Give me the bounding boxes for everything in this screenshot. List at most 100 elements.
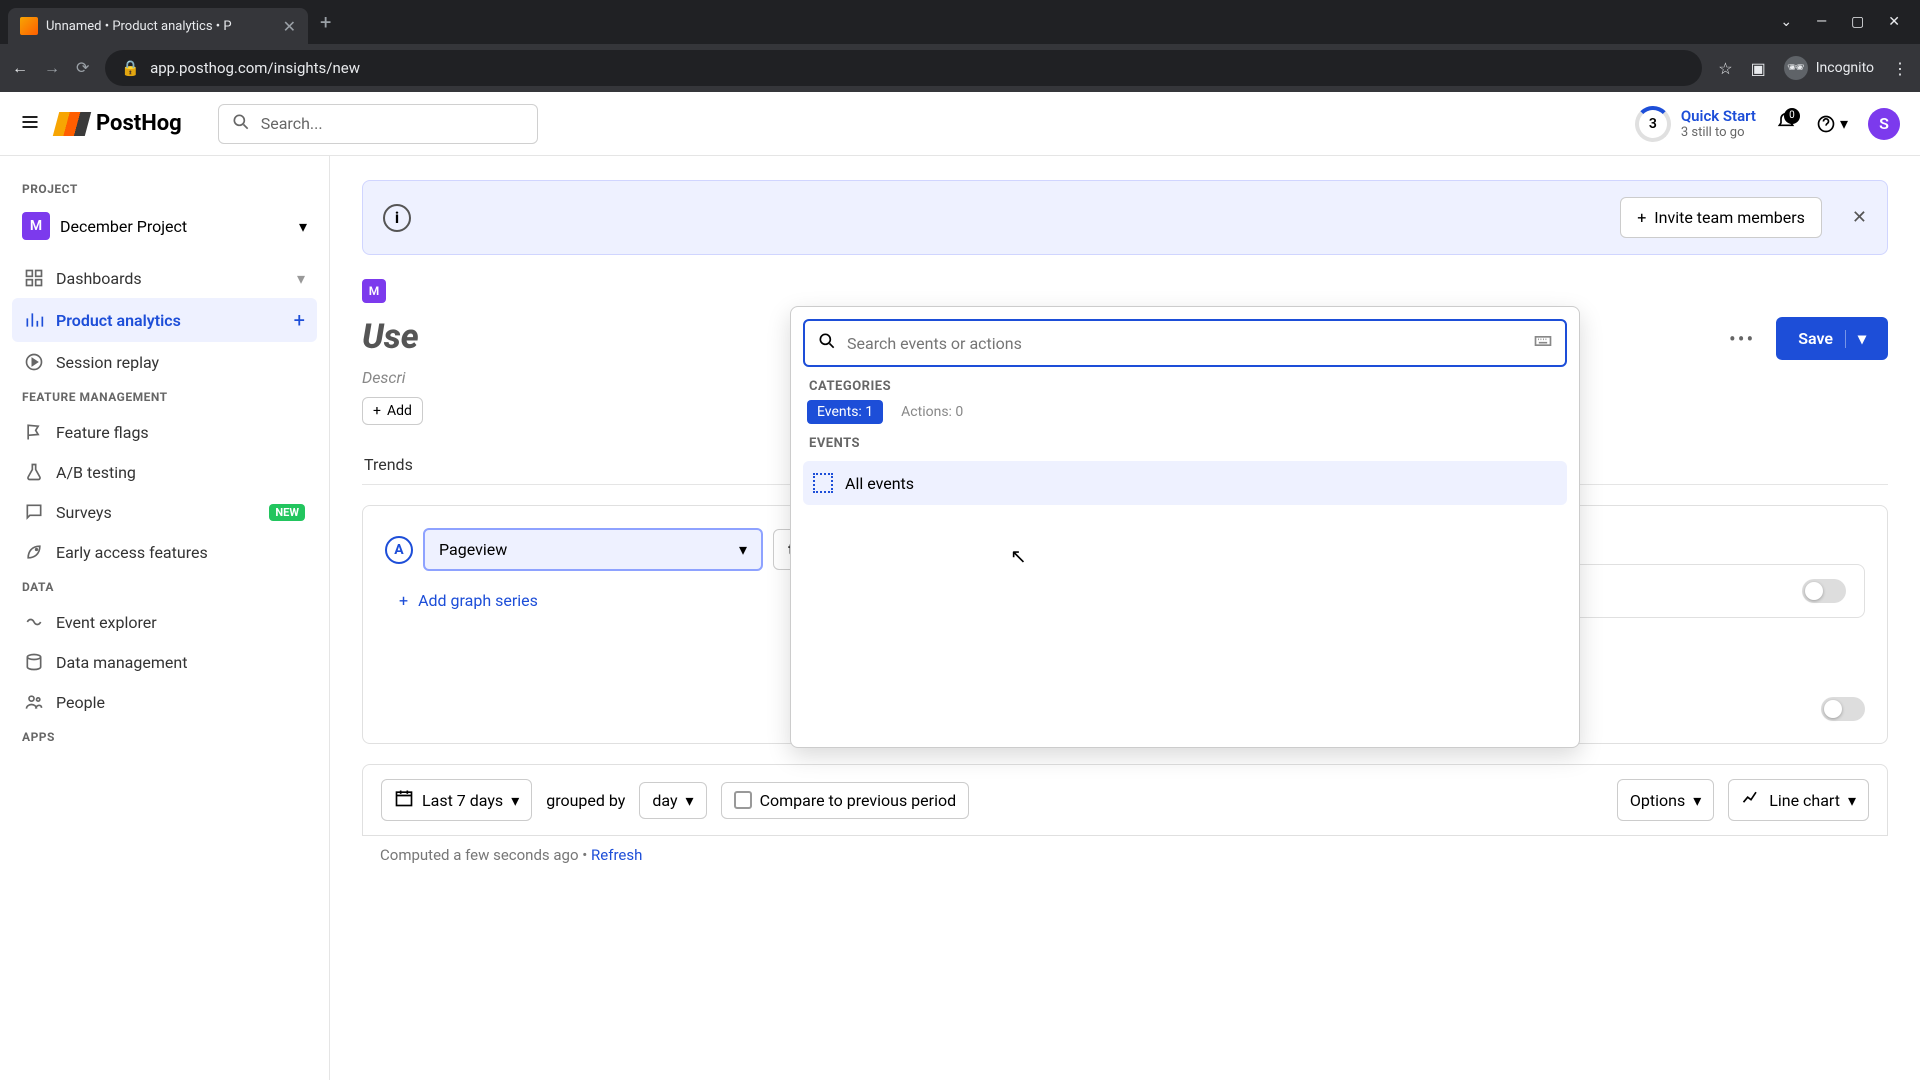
plus-icon: + <box>1637 208 1646 227</box>
sidebar-item-label: Product analytics <box>56 311 181 330</box>
sidebar-section-project: PROJECT <box>12 174 317 204</box>
lock-icon: 🔒 <box>121 59 140 77</box>
nav-buttons: ← → ⟳ <box>12 58 89 78</box>
plus-icon[interactable]: + <box>294 308 305 332</box>
chip-actions[interactable]: Actions: 0 <box>891 400 973 424</box>
sidebar-item-ab-testing[interactable]: A/B testing <box>12 452 317 492</box>
chevron-down-icon: ▾ <box>1693 791 1701 810</box>
sidebar-item-early-access[interactable]: Early access features <box>12 532 317 572</box>
logo[interactable]: PostHog <box>56 111 182 136</box>
incognito-icon: 🕶 <box>1784 56 1808 80</box>
sidebar-item-label: Feature flags <box>56 423 149 442</box>
chart-type-select[interactable]: Line chart ▾ <box>1728 779 1869 821</box>
plus-icon: + <box>373 403 381 419</box>
search-placeholder: Search... <box>261 114 323 133</box>
chart-controls: Last 7 days ▾ grouped by day ▾ Compare t… <box>362 764 1888 836</box>
interval-label: day <box>652 791 677 810</box>
invite-label: Invite team members <box>1654 208 1805 227</box>
chevron-down-icon: ▾ <box>297 269 305 288</box>
close-icon[interactable]: ✕ <box>1852 207 1867 228</box>
date-range-select[interactable]: Last 7 days ▾ <box>381 779 532 821</box>
sidebar-item-product-analytics[interactable]: Product analytics + <box>12 298 317 342</box>
add-series-label: Add graph series <box>418 591 538 610</box>
new-badge: NEW <box>269 504 305 521</box>
global-search-input[interactable]: Search... <box>218 104 538 144</box>
grouped-by-label: grouped by <box>546 791 625 810</box>
help-button[interactable]: ▾ <box>1816 114 1848 134</box>
event-select[interactable]: Pageview ▾ <box>423 528 763 571</box>
tab-trends[interactable]: Trends <box>362 445 415 484</box>
chevron-down-icon: ▾ <box>1848 791 1856 810</box>
popover-search-input[interactable] <box>803 319 1567 367</box>
reload-icon[interactable]: ⟳ <box>76 58 89 78</box>
computed-label: Computed a few seconds ago • <box>380 846 591 864</box>
more-button[interactable]: ••• <box>1718 320 1766 358</box>
chip-events[interactable]: Events: 1 <box>807 400 883 424</box>
sidebar-item-people[interactable]: People <box>12 682 317 722</box>
save-label: Save <box>1798 329 1833 348</box>
page-title[interactable]: Use <box>362 317 419 357</box>
incognito-label: Incognito <box>1816 60 1874 76</box>
popover-item-all-events[interactable]: All events <box>803 461 1567 505</box>
compare-checkbox[interactable]: Compare to previous period <box>721 782 970 819</box>
quick-start-subtitle: 3 still to go <box>1681 125 1756 141</box>
save-button[interactable]: Save ▾ <box>1776 317 1888 360</box>
checkbox-icon <box>734 791 752 809</box>
event-search-popover: CATEGORIES Events: 1 Actions: 0 EVENTS A… <box>790 306 1580 748</box>
interval-select[interactable]: day ▾ <box>639 782 706 819</box>
sidebar-item-label: Session replay <box>56 353 159 372</box>
line-chart-icon <box>1741 788 1761 812</box>
plus-icon: + <box>399 591 408 610</box>
invite-team-button[interactable]: + Invite team members <box>1620 197 1822 238</box>
sidebar-item-dashboards[interactable]: Dashboards ▾ <box>12 258 317 298</box>
cursor-icon: ↖ <box>1010 544 1027 568</box>
calendar-icon <box>394 788 414 812</box>
sidebar-item-data-management[interactable]: Data management <box>12 642 317 682</box>
filter-internal-toggle[interactable] <box>1802 579 1846 603</box>
quick-start[interactable]: 3 Quick Start 3 still to go <box>1635 106 1756 142</box>
forward-icon[interactable]: → <box>44 58 60 78</box>
popover-item-label: All events <box>845 474 914 493</box>
database-icon <box>24 652 44 672</box>
sidebar-item-session-replay[interactable]: Session replay <box>12 342 317 382</box>
window-controls: ⌄ ― ▢ ✕ <box>1780 14 1912 30</box>
url-field[interactable]: 🔒 app.posthog.com/insights/new <box>105 50 1702 86</box>
date-range-label: Last 7 days <box>422 791 503 810</box>
star-icon[interactable]: ☆ <box>1718 59 1732 78</box>
add-tag-button[interactable]: + Add <box>362 397 423 425</box>
sidebar-item-label: Early access features <box>56 543 208 562</box>
dashboard-icon <box>24 268 44 288</box>
chart-type-label: Line chart <box>1769 791 1840 810</box>
kebab-icon[interactable]: ⋮ <box>1892 59 1908 78</box>
minimize-icon[interactable]: ― <box>1816 14 1827 30</box>
chevron-down-icon: ▾ <box>1840 114 1848 133</box>
sidebar-section-data: DATA <box>12 572 317 602</box>
notifications-button[interactable]: 0 <box>1776 112 1796 136</box>
maximize-icon[interactable]: ▢ <box>1851 14 1864 30</box>
sidebar-section-apps: APPS <box>12 722 317 752</box>
sidebar-item-surveys[interactable]: Surveys NEW <box>12 492 317 532</box>
sidebar-item-event-explorer[interactable]: Event explorer <box>12 602 317 642</box>
browser-tab[interactable]: Unnamed • Product analytics • P ✕ <box>8 8 308 44</box>
new-tab-button[interactable]: + <box>320 10 331 34</box>
user-avatar[interactable]: S <box>1868 108 1900 140</box>
back-icon[interactable]: ← <box>12 58 28 78</box>
refresh-link[interactable]: Refresh <box>591 846 642 864</box>
chevron-down-icon[interactable]: ⌄ <box>1780 14 1792 30</box>
tab-close-icon[interactable]: ✕ <box>283 17 296 36</box>
sidebar-item-feature-flags[interactable]: Feature flags <box>12 412 317 452</box>
compare-label: Compare to previous period <box>760 791 957 810</box>
app-bar-right: 3 Quick Start 3 still to go 0 ▾ S <box>1635 106 1900 142</box>
popover-search-field[interactable] <box>847 334 1523 353</box>
main-content: i + Invite team members ✕ M M Use ••• Sa… <box>330 156 1920 1080</box>
people-icon <box>24 692 44 712</box>
sampling-toggle[interactable] <box>1821 697 1865 721</box>
extension-icon[interactable]: ▣ <box>1751 59 1766 78</box>
project-selector[interactable]: M December Project ▾ <box>12 204 317 248</box>
hamburger-icon[interactable] <box>20 112 40 136</box>
breadcrumb[interactable]: M M <box>362 279 1888 303</box>
bars-icon <box>24 310 44 330</box>
options-select[interactable]: Options ▾ <box>1617 779 1714 821</box>
options-label: Options <box>1630 791 1685 810</box>
close-window-icon[interactable]: ✕ <box>1888 14 1900 30</box>
